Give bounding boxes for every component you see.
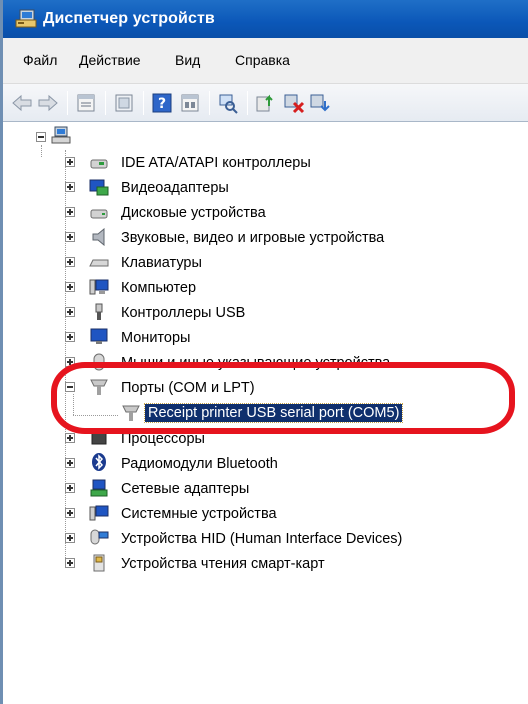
enable-device-icon[interactable] xyxy=(309,92,331,114)
device-tree: IDE ATA/ATAPI контроллеры Видеоадаптеры … xyxy=(3,123,528,704)
tree-item[interactable]: Мыши и иные указывающие устройства xyxy=(3,352,523,374)
tree-item-ports[interactable]: Порты (COM и LPT) xyxy=(3,377,523,399)
expand-toggle[interactable] xyxy=(65,307,75,317)
usb-icon xyxy=(95,303,103,320)
computer-icon xyxy=(51,126,71,144)
tree-item[interactable]: Процессоры xyxy=(3,428,523,450)
toolbar-separator xyxy=(105,91,106,115)
tree-item[interactable]: Сетевые адаптеры xyxy=(3,478,523,500)
expand-toggle[interactable] xyxy=(65,433,75,443)
tree-item[interactable]: Звуковые, видео и игровые устройства xyxy=(3,227,523,249)
expand-toggle[interactable] xyxy=(65,182,75,192)
tree-item-label: Радиомодули Bluetooth xyxy=(121,456,278,472)
keyboard-icon xyxy=(89,259,109,267)
tree-item-label: Процессоры xyxy=(121,431,205,447)
port-icon xyxy=(122,405,140,421)
display-adapter-icon xyxy=(89,179,109,196)
bluetooth-icon xyxy=(92,453,106,471)
computer-icon xyxy=(89,279,109,295)
tree-item-label: Системные устройства xyxy=(121,506,277,522)
expand-toggle[interactable] xyxy=(65,533,75,543)
speaker-icon xyxy=(92,228,105,246)
tree-item-label: Мониторы xyxy=(121,330,191,346)
svg-text:?: ? xyxy=(158,96,166,112)
show-hide-tree-icon[interactable] xyxy=(113,92,135,114)
tree-item[interactable]: Контроллеры USB xyxy=(3,302,523,324)
network-adapter-icon xyxy=(90,479,108,497)
tree-item-label: Порты (COM и LPT) xyxy=(121,380,255,396)
toolbar-separator xyxy=(143,91,144,115)
tree-item-label: Видеоадаптеры xyxy=(121,180,229,196)
root-collapse-toggle[interactable] xyxy=(36,132,46,142)
tree-item-com-port[interactable]: Receipt printer USB serial port (COM5) xyxy=(3,403,523,425)
tree-item-label: Устройства HID (Human Interface Devices) xyxy=(121,531,403,547)
tree-item[interactable]: Устройства чтения смарт-карт xyxy=(3,553,523,575)
tree-item[interactable]: Системные устройства xyxy=(3,503,523,525)
expand-toggle[interactable] xyxy=(65,483,75,493)
tree-item-label: Устройства чтения смарт-карт xyxy=(121,556,325,572)
expand-toggle[interactable] xyxy=(65,232,75,242)
hid-icon xyxy=(90,529,109,545)
tree-item[interactable]: Компьютер xyxy=(3,277,523,299)
menu-view[interactable]: Вид xyxy=(175,52,200,68)
system-devices-icon xyxy=(89,505,109,521)
tree-item-label: Клавиатуры xyxy=(121,255,202,271)
smart-card-reader-icon xyxy=(93,554,105,572)
update-driver-icon[interactable] xyxy=(255,92,277,114)
monitor-icon xyxy=(90,328,108,344)
port-icon xyxy=(90,379,108,395)
selected-device-label[interactable]: Receipt printer USB serial port (COM5) xyxy=(143,403,404,423)
tree-item-label: Компьютер xyxy=(121,280,197,296)
scan-hardware-icon[interactable] xyxy=(217,92,239,114)
expand-toggle[interactable] xyxy=(65,508,75,518)
ide-controller-icon xyxy=(90,159,108,169)
tree-item[interactable]: Устройства HID (Human Interface Devices) xyxy=(3,528,523,550)
expand-toggle[interactable] xyxy=(65,357,75,367)
menu-help[interactable]: Справка xyxy=(235,52,290,68)
menu-action[interactable]: Действие xyxy=(79,52,141,68)
expand-toggle[interactable] xyxy=(65,458,75,468)
mouse-icon xyxy=(93,353,105,371)
tree-item-label: Звуковые, видео и игровые устройства xyxy=(121,230,385,246)
tree-item[interactable]: Мониторы xyxy=(3,327,523,349)
expand-toggle[interactable] xyxy=(65,332,75,342)
title-bar[interactable]: Диспетчер устройств xyxy=(3,0,528,38)
tree-item[interactable]: Видеоадаптеры xyxy=(3,177,523,199)
device-manager-icon xyxy=(15,9,37,28)
back-arrow-icon[interactable] xyxy=(11,92,33,114)
toolbar: ? xyxy=(3,84,528,122)
uninstall-icon[interactable] xyxy=(283,92,305,114)
disk-drive-icon xyxy=(90,209,108,219)
processor-icon xyxy=(91,431,107,445)
expand-toggle[interactable] xyxy=(65,157,75,167)
tree-item[interactable]: IDE ATA/ATAPI контроллеры xyxy=(3,152,523,174)
properties-icon[interactable] xyxy=(75,92,97,114)
expand-toggle[interactable] xyxy=(65,207,75,217)
expand-toggle[interactable] xyxy=(65,282,75,292)
device-manager-window: Диспетчер устройств Файл Действие Вид Сп… xyxy=(0,0,528,704)
collapse-toggle[interactable] xyxy=(65,382,75,392)
tree-item[interactable]: Дисковые устройства xyxy=(3,202,523,224)
expand-toggle[interactable] xyxy=(65,257,75,267)
expand-toggle[interactable] xyxy=(65,558,75,568)
menu-bar: Файл Действие Вид Справка xyxy=(3,38,528,84)
tree-item-label: Сетевые адаптеры xyxy=(121,481,250,497)
toolbar-separator xyxy=(67,91,68,115)
window-title: Диспетчер устройств xyxy=(43,10,215,27)
tree-item[interactable]: Клавиатуры xyxy=(3,252,523,274)
forward-arrow-icon[interactable] xyxy=(37,92,59,114)
toolbar-separator xyxy=(247,91,248,115)
help-icon[interactable]: ? xyxy=(151,92,173,114)
tree-item-label: Контроллеры USB xyxy=(121,305,246,321)
toolbar-separator xyxy=(209,91,210,115)
tree-item-label: Мыши и иные указывающие устройства xyxy=(121,355,391,371)
menu-file[interactable]: Файл xyxy=(23,52,57,68)
tree-item[interactable]: Радиомодули Bluetooth xyxy=(3,453,523,475)
tree-item-label: IDE ATA/ATAPI контроллеры xyxy=(121,155,311,171)
action-icon[interactable] xyxy=(179,92,201,114)
tree-item-label: Дисковые устройства xyxy=(121,205,266,221)
